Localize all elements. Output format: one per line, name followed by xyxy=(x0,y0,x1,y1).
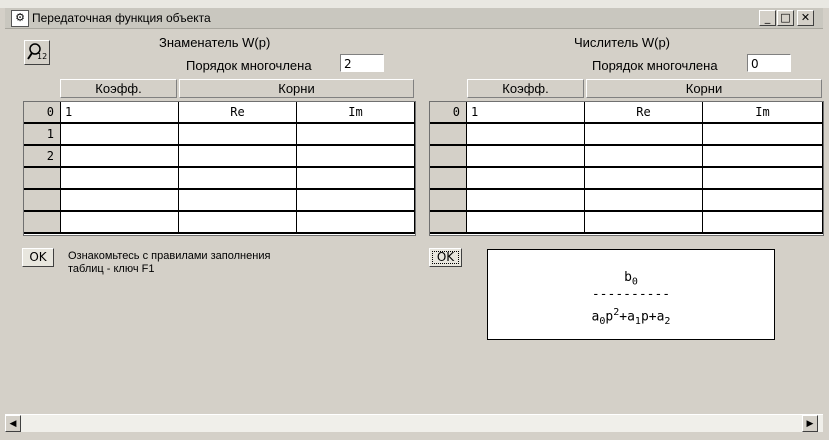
window-titlebar[interactable]: ⚙ Передаточная функция объекта _ □ ✕ xyxy=(5,8,823,29)
denominator-cell-r4-coef[interactable] xyxy=(61,190,179,212)
denominator-cell-r1-idx: 1 xyxy=(24,124,61,146)
numerator-cell-r1-im[interactable] xyxy=(703,124,823,146)
zoom-button[interactable]: 12 xyxy=(24,40,50,65)
numerator-cell-r1-coef[interactable] xyxy=(467,124,585,146)
denominator-cell-r3-coef[interactable] xyxy=(61,168,179,190)
horizontal-scrollbar[interactable]: ◀ ▶ xyxy=(5,414,823,432)
denominator-cell-r2-im[interactable] xyxy=(297,146,415,168)
top-strip xyxy=(0,0,829,8)
numerator-cell-r2-im[interactable] xyxy=(703,146,823,168)
app-icon: ⚙ xyxy=(11,10,29,27)
denominator-cell-r0-re[interactable]: Re xyxy=(179,102,297,124)
numerator-order-label: Порядок многочлена xyxy=(592,58,718,73)
numerator-cell-r3-re[interactable] xyxy=(585,168,703,190)
close-button[interactable]: ✕ xyxy=(797,10,814,26)
numerator-cell-r0-coef[interactable]: 1 xyxy=(467,102,585,124)
denominator-cell-r1-im[interactable] xyxy=(297,124,415,146)
denominator-cell-r2-idx: 2 xyxy=(24,146,61,168)
numerator-cell-r4-coef[interactable] xyxy=(467,190,585,212)
denominator-cell-r5-im[interactable] xyxy=(297,212,415,234)
numerator-cell-r5-re[interactable] xyxy=(585,212,703,234)
numerator-cell-r1-re[interactable] xyxy=(585,124,703,146)
formula-denominator: a0p2+a1p+a2 xyxy=(591,307,671,327)
numerator-cell-r0-re[interactable]: Re xyxy=(585,102,703,124)
denominator-cell-r4-im[interactable] xyxy=(297,190,415,212)
numerator-cell-r3-im[interactable] xyxy=(703,168,823,190)
denominator-title: Знаменатель W(p) xyxy=(159,35,271,50)
help-note: Ознакомьтесь с правилами заполнения табл… xyxy=(68,250,271,275)
formula-numerator: b0 xyxy=(624,270,638,288)
denominator-cell-r3-re[interactable] xyxy=(179,168,297,190)
numerator-cell-r5-idx xyxy=(430,212,467,234)
denominator-cell-r3-im[interactable] xyxy=(297,168,415,190)
numerator-cell-r4-im[interactable] xyxy=(703,190,823,212)
numerator-cell-r0-im[interactable]: Im xyxy=(703,102,823,124)
ok-button-denominator[interactable]: OK xyxy=(22,248,54,267)
denominator-cell-r4-idx xyxy=(24,190,61,212)
numerator-cell-r5-im[interactable] xyxy=(703,212,823,234)
denominator-cell-r1-re[interactable] xyxy=(179,124,297,146)
numerator-table[interactable]: 0 1 Re Im xyxy=(429,101,824,236)
scroll-right-button[interactable]: ▶ xyxy=(802,415,818,432)
denominator-order-label: Порядок многочлена xyxy=(186,58,312,73)
denominator-header-roots: Корни xyxy=(179,79,414,98)
maximize-button[interactable]: □ xyxy=(777,10,794,26)
denominator-cell-r0-idx: 0 xyxy=(24,102,61,124)
denominator-cell-r0-im[interactable]: Im xyxy=(297,102,415,124)
transfer-function-display: b0 ---------- a0p2+a1p+a2 xyxy=(487,249,775,340)
numerator-cell-r3-coef[interactable] xyxy=(467,168,585,190)
denominator-cell-r1-coef[interactable] xyxy=(61,124,179,146)
denominator-cell-r4-re[interactable] xyxy=(179,190,297,212)
ok-button-numerator[interactable]: OK xyxy=(429,248,462,267)
numerator-header-coef: Коэфф. xyxy=(467,79,584,98)
numerator-cell-r1-idx xyxy=(430,124,467,146)
denominator-table[interactable]: 0 1 Re Im 1 2 xyxy=(23,101,416,236)
numerator-title: Числитель W(p) xyxy=(574,35,671,50)
denominator-cell-r2-re[interactable] xyxy=(179,146,297,168)
numerator-cell-r2-idx xyxy=(430,146,467,168)
denominator-order-input[interactable]: 2 xyxy=(340,54,384,72)
denominator-cell-r5-coef[interactable] xyxy=(61,212,179,234)
denominator-cell-r5-re[interactable] xyxy=(179,212,297,234)
denominator-cell-r0-coef[interactable]: 1 xyxy=(61,102,179,124)
numerator-cell-r0-idx: 0 xyxy=(430,102,467,124)
numerator-order-input[interactable]: 0 xyxy=(747,54,791,72)
numerator-cell-r3-idx xyxy=(430,168,467,190)
numerator-cell-r2-coef[interactable] xyxy=(467,146,585,168)
window-title: Передаточная функция объекта xyxy=(32,11,211,25)
numerator-header-roots: Корни xyxy=(586,79,822,98)
numerator-cell-r5-coef[interactable] xyxy=(467,212,585,234)
scroll-left-button[interactable]: ◀ xyxy=(5,415,21,432)
numerator-cell-r4-re[interactable] xyxy=(585,190,703,212)
denominator-cell-r3-idx xyxy=(24,168,61,190)
window-client: 12 Знаменатель W(p) Порядок многочлена 2… xyxy=(5,29,824,412)
zoom-level: 12 xyxy=(37,52,48,61)
minimize-button[interactable]: _ xyxy=(759,10,776,26)
numerator-cell-r2-re[interactable] xyxy=(585,146,703,168)
numerator-cell-r4-idx xyxy=(430,190,467,212)
formula-fraction-bar: ---------- xyxy=(591,287,671,302)
denominator-header-coef: Коэфф. xyxy=(60,79,177,98)
denominator-cell-r5-idx xyxy=(24,212,61,234)
denominator-cell-r2-coef[interactable] xyxy=(61,146,179,168)
